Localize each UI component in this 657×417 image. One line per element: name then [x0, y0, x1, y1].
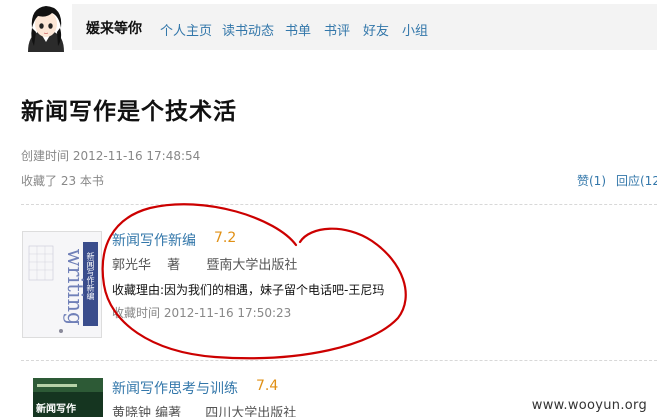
divider — [21, 360, 657, 361]
divider — [21, 204, 657, 205]
created-info: 创建时间 2012-11-16 17:48:54 — [21, 147, 200, 164]
red-annotation-circle — [101, 203, 407, 360]
cover-latin-text: writing — [63, 249, 87, 326]
book-rating: 7.2 — [214, 230, 237, 246]
like-link[interactable]: 赞(1) — [577, 172, 606, 189]
added-info: 收藏时间 2012-11-16 17:50:23 — [112, 304, 291, 321]
nav-groups[interactable]: 小组 — [402, 20, 428, 39]
collect-reason: 收藏理由:因为我们的相遇，妹子留个电话吧-王尼玛 — [112, 283, 385, 297]
created-time: 2012-11-16 17:48:54 — [72, 149, 201, 163]
cover-title-text: 新闻写作 — [36, 404, 76, 415]
book-role: 著 — [167, 258, 181, 273]
added-label: 收藏时间 — [112, 306, 161, 320]
book-author-line: 郭光华 著 暨南大学出版社 — [112, 254, 297, 273]
cover-title-text: 新闻写作新编 — [86, 251, 95, 301]
book-count: 收藏了 23 本书 — [21, 174, 104, 188]
page-title: 新闻写作是个技术活 — [21, 98, 237, 125]
watermark: www.wooyun.org — [531, 398, 647, 413]
created-label: 创建时间 — [21, 149, 70, 163]
book-title[interactable]: 新闻写作思考与训练 — [112, 378, 238, 398]
book-author: 黄晓钟 编著 — [112, 406, 182, 417]
book-publisher: 四川大学出版社 — [205, 406, 297, 417]
avatar[interactable] — [22, 2, 70, 52]
book-author: 郭光华 — [112, 258, 152, 273]
nav-personal-home[interactable]: 个人主页 — [160, 20, 212, 39]
added-time: 2012-11-16 17:50:23 — [163, 306, 292, 320]
reply-link[interactable]: 回应(12 — [616, 172, 657, 189]
nav-reviews[interactable]: 书评 — [324, 20, 350, 39]
nav-booklist[interactable]: 书单 — [285, 20, 311, 39]
book-cover[interactable]: writing 新闻写作新编 — [22, 231, 102, 338]
book-title[interactable]: 新闻写作新编 — [112, 230, 196, 250]
top-bar: 媛来等你 个人主页 读书动态 书单 书评 好友 小组 — [0, 0, 657, 52]
book-cover[interactable]: 新闻写作 — [33, 378, 103, 417]
nav-friends[interactable]: 好友 — [363, 20, 389, 39]
username[interactable]: 媛来等你 — [86, 18, 142, 38]
book-author-line: 黄晓钟 编著 四川大学出版社 — [112, 402, 296, 417]
book-rating: 7.4 — [256, 378, 279, 394]
nav-reading-activity[interactable]: 读书动态 — [222, 20, 274, 39]
book-publisher: 暨南大学出版社 — [206, 258, 298, 273]
